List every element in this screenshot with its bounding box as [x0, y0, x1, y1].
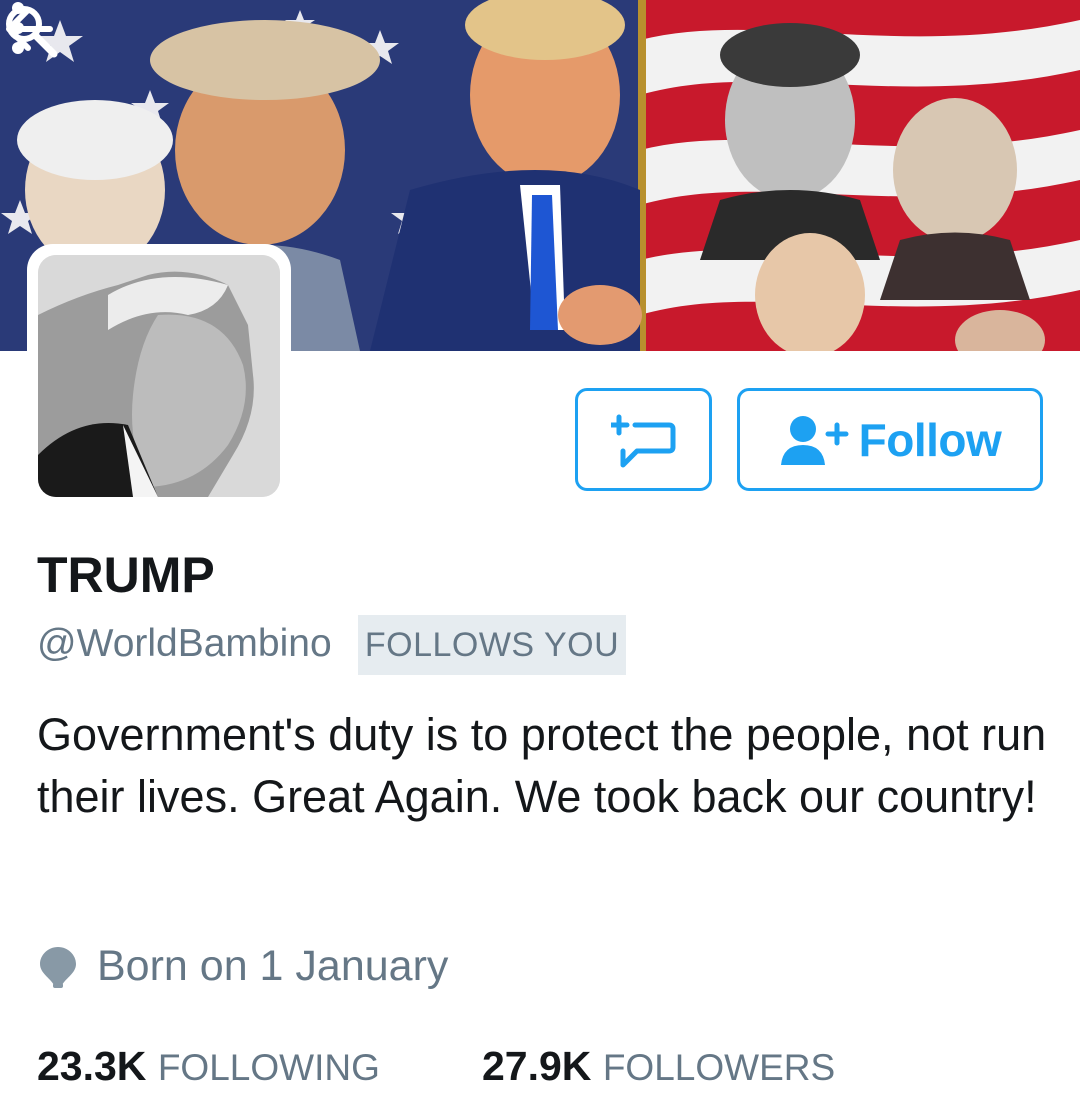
followers-count: 27.9K [482, 1043, 592, 1089]
birthday-info: Born on 1 January [97, 942, 449, 990]
location-pin-icon [40, 947, 76, 988]
follow-button[interactable]: Follow [737, 388, 1043, 491]
avatar-frame [27, 244, 291, 508]
display-name: TRUMP [37, 547, 215, 603]
more-vertical-icon[interactable] [0, 0, 36, 56]
direct-message-button[interactable] [575, 388, 712, 491]
profile-bio: Government's duty is to protect the peop… [37, 709, 1047, 822]
follow-button-label: Follow [858, 413, 1002, 466]
follows-you-badge: FOLLOWS YOU [358, 615, 626, 675]
direct-message-icon [610, 414, 675, 467]
followers-label: FOLLOWERS [602, 1047, 836, 1088]
username-handle: @WorldBambino [37, 622, 332, 665]
add-user-icon [780, 415, 849, 465]
avatar-image [38, 255, 280, 497]
following-label: FOLLOWING [157, 1047, 380, 1088]
following-stat[interactable]: 23.3K FOLLOWING [37, 1043, 380, 1090]
avatar[interactable] [38, 255, 280, 497]
following-count: 23.3K [37, 1043, 147, 1089]
followers-stat[interactable]: 27.9K FOLLOWERS [482, 1043, 835, 1090]
